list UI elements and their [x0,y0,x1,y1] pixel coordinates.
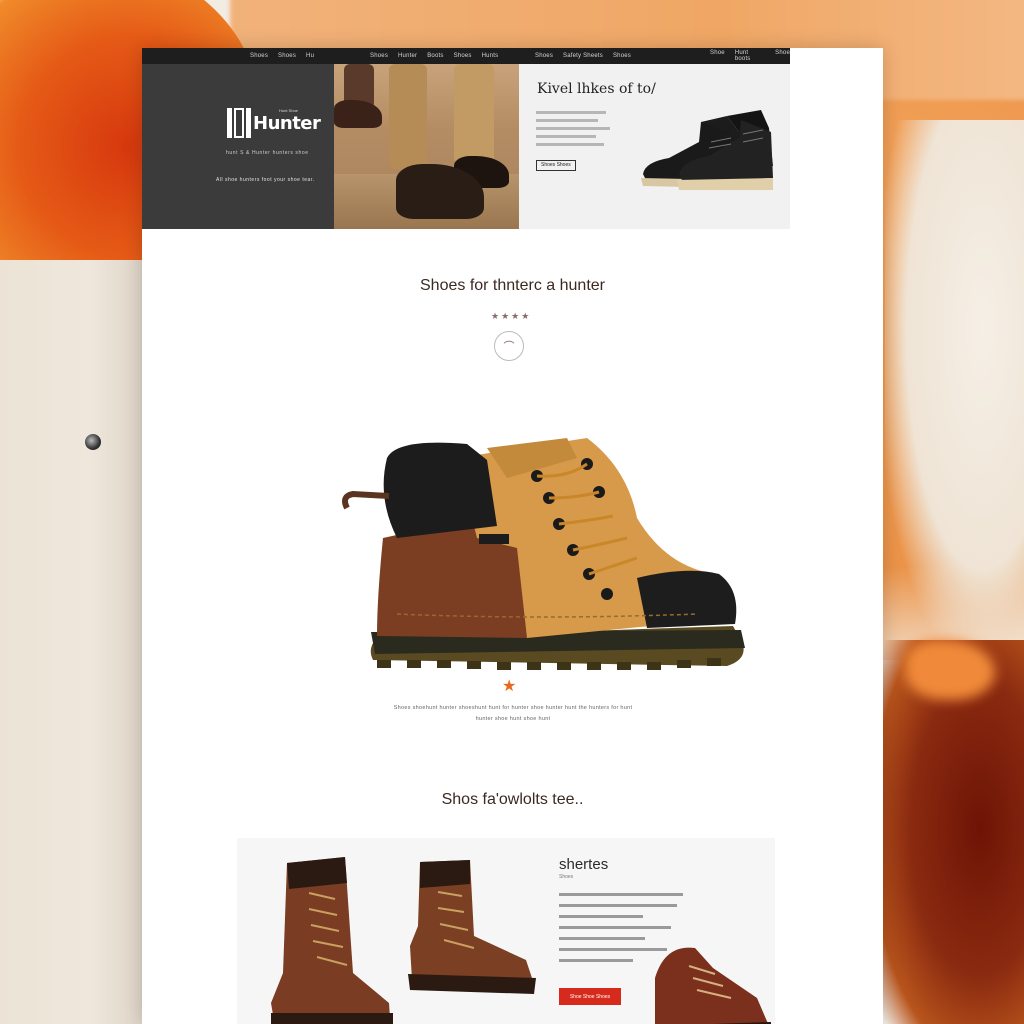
hero-subtagline: All shoe hunters foot your shoe tear. [216,177,315,183]
nav-link[interactable]: Shoe [775,50,790,62]
nav-link[interactable]: Shoes [613,53,631,59]
black-boots-image [641,110,773,190]
nav-link[interactable]: Boots [427,53,443,59]
nav-group-middle-2: Shoes Safety Sheets Shoes [535,53,631,59]
hero-product-title: Kivel lhkes of to/ [537,81,656,97]
web-page: Shoes Shoes Hu Shoes Hunter Boots Shoes … [142,48,883,1024]
hero-photo [334,64,519,229]
nav-link[interactable]: Shoe [710,50,725,62]
hero-brand-panel: Hunter Hunt Shoe hunt S & Hunter hunters… [142,64,334,229]
panel-text [559,893,685,970]
nav-link[interactable]: Shoes [278,53,296,59]
logo-mark-icon [227,108,251,138]
brown-boot-image[interactable] [257,853,397,1024]
paint-panel-left [0,260,150,1024]
nav-link[interactable]: Safety Sheets [563,53,603,59]
section-title-2: Shos fa'owlolts tee.. [441,791,584,808]
brand-logo[interactable]: Hunter [227,108,321,138]
nav-link[interactable]: Hu [306,53,314,59]
nav-group-right: Shoe Hunt boots Shoe [710,50,790,62]
logo-caption: Hunt Shoe [279,108,298,113]
nav-link[interactable]: Hunt boots [735,50,765,62]
shop-button[interactable]: Shoe Shoe Shoes [559,988,621,1005]
section-title: Shoes for thnterc a hunter [420,277,605,294]
nav-link[interactable]: Hunter [398,53,417,59]
nav-group-middle: Shoes Hunter Boots Shoes Hunts [370,53,498,59]
nav-link[interactable]: Shoes [250,53,268,59]
product-panel: shertes Shoes Shoe Shoe Shoes [237,838,775,1024]
featured-description-line: Shoes shoehunt hunter shoeshunt hunt for… [393,705,633,711]
emblem-icon: ⌒ [494,331,524,361]
pin-icon [85,434,101,450]
panel-title: shertes [559,856,609,873]
featured-description-line: hunter shoe hunt shoe hunt [475,716,551,722]
star-icon: ★ [502,678,517,695]
hero-product-text [536,111,616,151]
stars-icon: ★★★★ [491,311,532,321]
featured-description: Shoes shoehunt hunter shoeshunt hunt for… [368,703,658,725]
nav-link[interactable]: Shoes [454,53,472,59]
logo-text: Hunter [253,112,321,134]
nav-link[interactable]: Shoes [370,53,388,59]
hero-cta-button[interactable]: Shoes Shoes [536,160,576,171]
nav-link[interactable]: Hunts [482,53,499,59]
top-navigation: Shoes Shoes Hu Shoes Hunter Boots Shoes … [142,48,790,64]
hero-product-panel: Kivel lhkes of to/ Shoes Shoes [519,64,790,229]
paint-panel-right [885,120,1024,640]
panel-subtitle: Shoes [559,874,574,880]
hero-tagline: hunt S & Hunter hunters shoe [226,150,309,156]
nav-group-left: Shoes Shoes Hu [250,53,314,59]
featured-boot-image[interactable] [337,398,747,678]
nav-link[interactable]: Shoes [535,53,553,59]
brown-boot-image-2[interactable] [402,856,542,996]
hero-banner: Hunter Hunt Shoe hunt S & Hunter hunters… [142,64,790,229]
